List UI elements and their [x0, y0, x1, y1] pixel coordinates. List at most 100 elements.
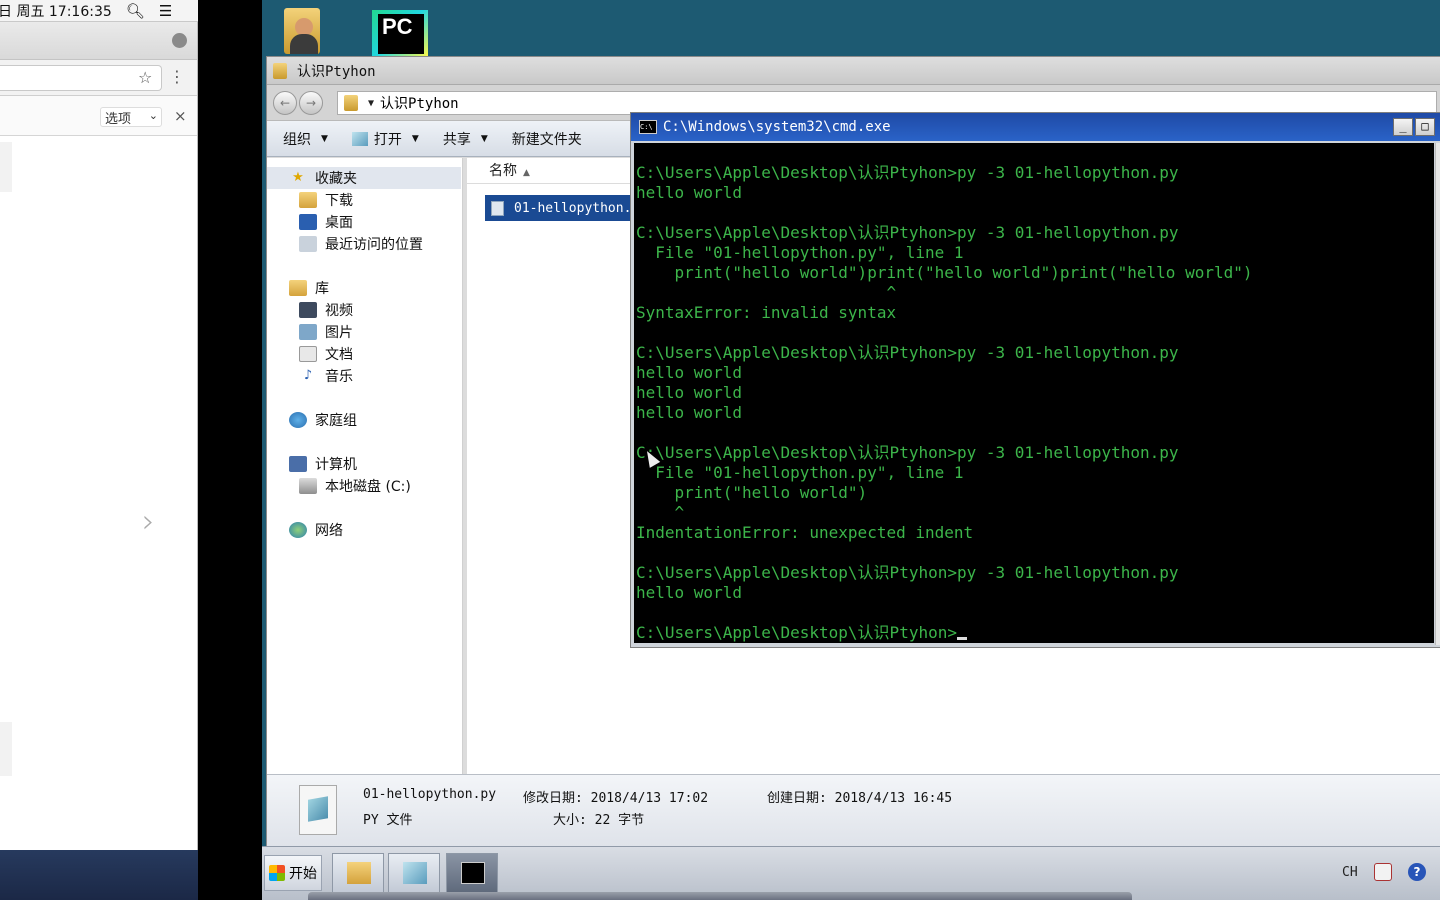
- nav-music[interactable]: ♪ 音乐: [299, 365, 353, 387]
- console-line: print("hello world"): [636, 483, 868, 502]
- pycharm-icon[interactable]: PC: [372, 4, 428, 56]
- console-line: C:\Users\Apple\Desktop\认识Ptyhon>py -3 01…: [636, 163, 1179, 182]
- notepad-icon: [351, 131, 368, 146]
- nav-label: 计算机: [315, 457, 357, 473]
- console-line: C:\Users\Apple\Desktop\认识Ptyhon>py -3 01…: [636, 443, 1179, 462]
- browser-find-bar: 选项 ⌄ ×: [0, 96, 197, 136]
- nav-label: 网络: [315, 523, 343, 539]
- nav-local-disk[interactable]: 本地磁盘 (C:): [299, 475, 411, 497]
- browser-toolbar: ☆ ⋮: [0, 60, 197, 96]
- find-options-select[interactable]: 选项 ⌄: [100, 107, 162, 127]
- mac-dock-edge: [308, 892, 1132, 900]
- menubar-clock[interactable]: 日 周五 17:16:35: [0, 1, 112, 21]
- nav-label: 收藏夹: [315, 171, 357, 187]
- console-line: hello world: [636, 383, 742, 402]
- page-side-tab: [0, 722, 12, 776]
- share-menu[interactable]: 共享 ▼: [443, 129, 488, 149]
- console-line: IndentationError: unexpected indent: [636, 523, 974, 542]
- music-icon: ♪: [303, 368, 313, 383]
- details-modified: 修改日期: 2018/4/13 17:02: [523, 791, 709, 806]
- nav-label: 音乐: [325, 369, 353, 385]
- console-line: hello world: [636, 363, 742, 382]
- cmd-icon: C:\: [639, 120, 657, 134]
- new-folder-button[interactable]: 新建文件夹: [512, 129, 582, 149]
- pictures-icon: [299, 324, 317, 340]
- nav-label: 桌面: [325, 215, 353, 231]
- file-item-name: 01-hellopython.py: [514, 200, 635, 216]
- taskbar-notepad-button[interactable]: [388, 853, 440, 893]
- nav-desktop[interactable]: 桌面: [299, 211, 353, 233]
- browser-menu-icon[interactable]: ⋮: [169, 67, 185, 86]
- user-folder-icon[interactable]: [282, 4, 338, 54]
- nav-network[interactable]: 网络: [289, 519, 343, 541]
- console-line: C:\Users\Apple\Desktop\认识Ptyhon>: [636, 623, 1434, 643]
- nav-favorites[interactable]: ★ 收藏夹: [267, 167, 461, 189]
- forward-button[interactable]: →: [299, 91, 323, 115]
- console-line: ^: [636, 503, 685, 522]
- cmd-scrollbar[interactable]: [1435, 143, 1440, 645]
- console-line: ^: [636, 283, 897, 302]
- organize-menu[interactable]: 组织 ▼: [283, 129, 328, 149]
- nav-label: 本地磁盘 (C:): [325, 479, 411, 495]
- windows-logo-icon: [269, 865, 285, 881]
- user-body: [290, 34, 318, 54]
- console-line: C:\Users\Apple\Desktop\认识Ptyhon>py -3 01…: [636, 343, 1179, 362]
- help-icon[interactable]: ?: [1408, 863, 1426, 881]
- python-file-icon: [491, 200, 504, 216]
- nav-computer[interactable]: 计算机: [289, 453, 357, 475]
- python-file-large-icon: [299, 785, 337, 835]
- chevron-right-icon[interactable]: ›: [142, 502, 155, 540]
- file-item[interactable]: 01-hellopython.py: [485, 195, 635, 221]
- column-name-label: 名称: [489, 163, 517, 179]
- console-line: hello world: [636, 183, 742, 202]
- find-options-label: 选项: [105, 112, 132, 127]
- nav-libraries[interactable]: 库: [289, 277, 329, 299]
- page-side-tab: [0, 142, 12, 192]
- desktop-icon: [299, 214, 317, 230]
- video-icon: [299, 302, 317, 318]
- spotlight-search-icon[interactable]: 🔍︎: [126, 2, 145, 20]
- nav-recent[interactable]: 最近访问的位置: [299, 233, 423, 255]
- start-button[interactable]: 开始: [264, 855, 322, 891]
- language-indicator[interactable]: CH: [1342, 865, 1358, 880]
- maximize-button[interactable]: □: [1415, 118, 1435, 136]
- nav-label: 图片: [325, 325, 353, 341]
- taskbar-cmd-button[interactable]: [446, 853, 498, 893]
- profile-avatar-icon[interactable]: [172, 33, 187, 48]
- details-pane: 01-hellopython.py 修改日期: 2018/4/13 17:02 …: [267, 774, 1440, 846]
- nav-videos[interactable]: 视频: [299, 299, 353, 321]
- dropdown-arrow-icon[interactable]: ▼: [368, 98, 374, 109]
- organize-label: 组织: [283, 131, 311, 148]
- console-line: C:\Users\Apple\Desktop\认识Ptyhon>py -3 01…: [636, 223, 1179, 242]
- nav-documents[interactable]: 文档: [299, 343, 353, 365]
- find-close-button[interactable]: ×: [174, 107, 187, 125]
- vm-desktop: PC 认识Ptyhon ← → ▼ 认识Ptyhon 组织 ▼ 打开 ▼ 共享 ▼ 新: [262, 0, 1440, 900]
- pycharm-logo-text: PC: [378, 14, 424, 54]
- cmd-console[interactable]: C:\Users\Apple\Desktop\认识Ptyhon>py -3 01…: [634, 143, 1434, 643]
- back-button[interactable]: ←: [273, 91, 297, 115]
- nav-label: 最近访问的位置: [325, 237, 423, 253]
- console-line: print("hello world")print("hello world")…: [636, 263, 1253, 282]
- taskbar-explorer-button[interactable]: [332, 853, 384, 893]
- details-size: 大小: 22 字节: [553, 813, 645, 828]
- console-line: File "01-hellopython.py", line 1: [636, 463, 964, 482]
- minimize-button[interactable]: _: [1393, 118, 1413, 136]
- notification-center-icon[interactable]: ☰: [159, 2, 172, 20]
- chevron-down-icon: ▼: [321, 133, 328, 144]
- console-line: hello world: [636, 583, 742, 602]
- chevron-down-icon: ⌄: [148, 109, 158, 122]
- mac-desktop-edge: [0, 850, 198, 900]
- star-icon: ★: [292, 170, 304, 185]
- bookmark-star-icon[interactable]: ☆: [138, 68, 152, 87]
- nav-downloads[interactable]: 下载: [299, 189, 353, 211]
- mac-browser-window: ☆ ⋮ 选项 ⌄ × ›: [0, 22, 198, 850]
- ime-icon[interactable]: [1374, 863, 1392, 881]
- console-line: SyntaxError: invalid syntax: [636, 303, 897, 322]
- nav-homegroup[interactable]: 家庭组: [289, 409, 357, 431]
- open-menu[interactable]: 打开 ▼: [351, 129, 419, 149]
- nav-pictures[interactable]: 图片: [299, 321, 353, 343]
- cmd-titlebar[interactable]: C:\ C:\Windows\system32\cmd.exe _ □: [631, 113, 1440, 141]
- nav-label: 家庭组: [315, 413, 357, 429]
- address-path: 认识Ptyhon: [380, 96, 459, 112]
